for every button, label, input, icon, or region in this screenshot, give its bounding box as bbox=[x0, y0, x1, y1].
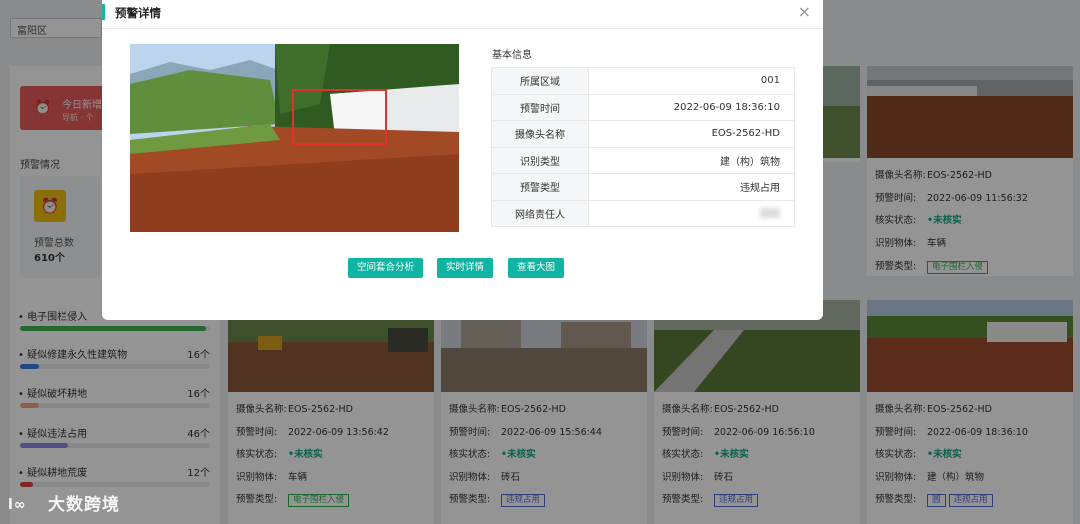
info-key: 所属区域 bbox=[491, 67, 589, 95]
alert-detail-modal: 预警详情 × 基本信息 所属区域 001 预警时间 2022-06-09 18:36… bbox=[102, 0, 823, 320]
info-value: 建（构）筑物 bbox=[588, 146, 795, 174]
table-row: 网络责任人 bbox=[491, 199, 795, 227]
info-value: EOS-2562-HD bbox=[588, 120, 795, 148]
info-key: 预警时间 bbox=[491, 93, 589, 121]
alert-photo[interactable] bbox=[130, 44, 459, 232]
basic-info-title: 基本信息 bbox=[492, 50, 532, 61]
brand-logo-icon: l∞ bbox=[8, 497, 27, 513]
modal-title: 预警详情 bbox=[115, 6, 161, 20]
info-key: 摄像头名称 bbox=[491, 120, 589, 148]
table-row: 摄像头名称 EOS-2562-HD bbox=[491, 120, 795, 148]
watermark-text: 大数跨境 bbox=[48, 495, 120, 515]
realtime-detail-button[interactable]: 实时详情 bbox=[437, 258, 493, 278]
info-value: 违规占用 bbox=[588, 173, 795, 201]
watermark: l∞ 大数跨境 bbox=[8, 490, 120, 515]
basic-info-table: 所属区域 001 预警时间 2022-06-09 18:36:10 摄像头名称 EOS… bbox=[491, 67, 795, 227]
detection-box bbox=[292, 89, 387, 145]
info-key: 网络责任人 bbox=[491, 199, 589, 227]
info-value: 001 bbox=[588, 67, 795, 95]
table-row: 预警类型 违规占用 bbox=[491, 173, 795, 201]
spatial-overlay-analysis-button[interactable]: 空间套合分析 bbox=[348, 258, 423, 278]
info-key: 预警类型 bbox=[491, 173, 589, 201]
redacted-name bbox=[760, 207, 780, 218]
info-key: 识别类型 bbox=[491, 146, 589, 174]
info-value-redacted bbox=[588, 199, 795, 227]
info-value: 2022-06-09 18:36:10 bbox=[588, 93, 795, 121]
table-row: 所属区域 001 bbox=[491, 67, 795, 95]
close-icon[interactable]: × bbox=[798, 2, 811, 21]
table-row: 识别类型 建（构）筑物 bbox=[491, 146, 795, 174]
modal-header: 预警详情 × bbox=[102, 0, 823, 29]
title-accent-bar bbox=[102, 4, 105, 20]
view-large-image-button[interactable]: 查看大图 bbox=[508, 258, 564, 278]
table-row: 预警时间 2022-06-09 18:36:10 bbox=[491, 93, 795, 121]
